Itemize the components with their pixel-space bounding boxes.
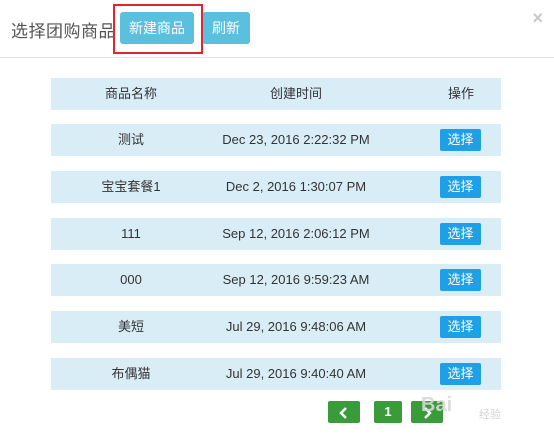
created-time: Sep 12, 2016 2:06:12 PM xyxy=(222,226,370,241)
column-header-name: 商品名称 xyxy=(104,86,157,101)
table-row: 宝宝套餐1 Dec 2, 2016 1:30:07 PM 选择 xyxy=(51,171,501,203)
refresh-button[interactable]: 刷新 xyxy=(202,12,250,44)
created-time: Jul 29, 2016 9:40:40 AM xyxy=(225,366,367,381)
dialog-title: 选择团购商品 xyxy=(11,22,116,42)
created-time: Jul 29, 2016 9:48:06 AM xyxy=(225,319,367,334)
column-header-action: 操作 xyxy=(447,86,474,101)
product-name: 111 xyxy=(121,226,141,241)
select-button[interactable]: 选择 xyxy=(440,176,481,198)
created-time: Dec 2, 2016 1:30:07 PM xyxy=(225,179,367,194)
product-name: 000 xyxy=(120,272,142,287)
dialog-header: 选择团购商品 新建商品 刷新 × xyxy=(0,0,554,58)
product-name: 宝宝套餐1 xyxy=(101,179,161,194)
table-row: 布偶猫 Jul 29, 2016 9:40:40 AM 选择 xyxy=(51,358,501,390)
close-icon[interactable]: × xyxy=(532,8,543,29)
select-button[interactable]: 选择 xyxy=(440,223,481,245)
pagination-prev-button[interactable] xyxy=(328,401,360,423)
baidu-watermark: Bai 经验 xyxy=(421,394,531,430)
watermark-text: Bai xyxy=(421,394,453,416)
select-button[interactable]: 选择 xyxy=(440,129,481,151)
product-name: 布偶猫 xyxy=(111,366,151,381)
product-name: 美短 xyxy=(117,319,144,334)
created-time: Sep 12, 2016 9:59:23 AM xyxy=(222,272,370,287)
column-header-created: 创建时间 xyxy=(269,86,322,101)
table-header-row: 商品名称 创建时间 操作 xyxy=(51,78,501,110)
table-row: 美短 Jul 29, 2016 9:48:06 AM 选择 xyxy=(51,311,501,343)
watermark-sub: 经验 xyxy=(479,409,501,421)
pagination-page-1[interactable]: 1 xyxy=(374,401,402,423)
select-button[interactable]: 选择 xyxy=(440,316,481,338)
table-row: 000 Sep 12, 2016 9:59:23 AM 选择 xyxy=(51,264,501,296)
select-button[interactable]: 选择 xyxy=(440,363,481,385)
select-button[interactable]: 选择 xyxy=(440,269,481,291)
product-name: 测试 xyxy=(117,132,144,147)
created-time: Dec 23, 2016 2:22:32 PM xyxy=(222,132,370,147)
new-product-button[interactable]: 新建商品 xyxy=(120,12,194,44)
table-row: 111 Sep 12, 2016 2:06:12 PM 选择 xyxy=(51,218,501,250)
select-product-dialog: 选择团购商品 新建商品 刷新 × 商品名称 创建时间 操作 测试 Dec 23,… xyxy=(0,0,554,445)
table-row: 测试 Dec 23, 2016 2:22:32 PM 选择 xyxy=(51,124,501,156)
chevron-left-icon xyxy=(339,406,347,419)
